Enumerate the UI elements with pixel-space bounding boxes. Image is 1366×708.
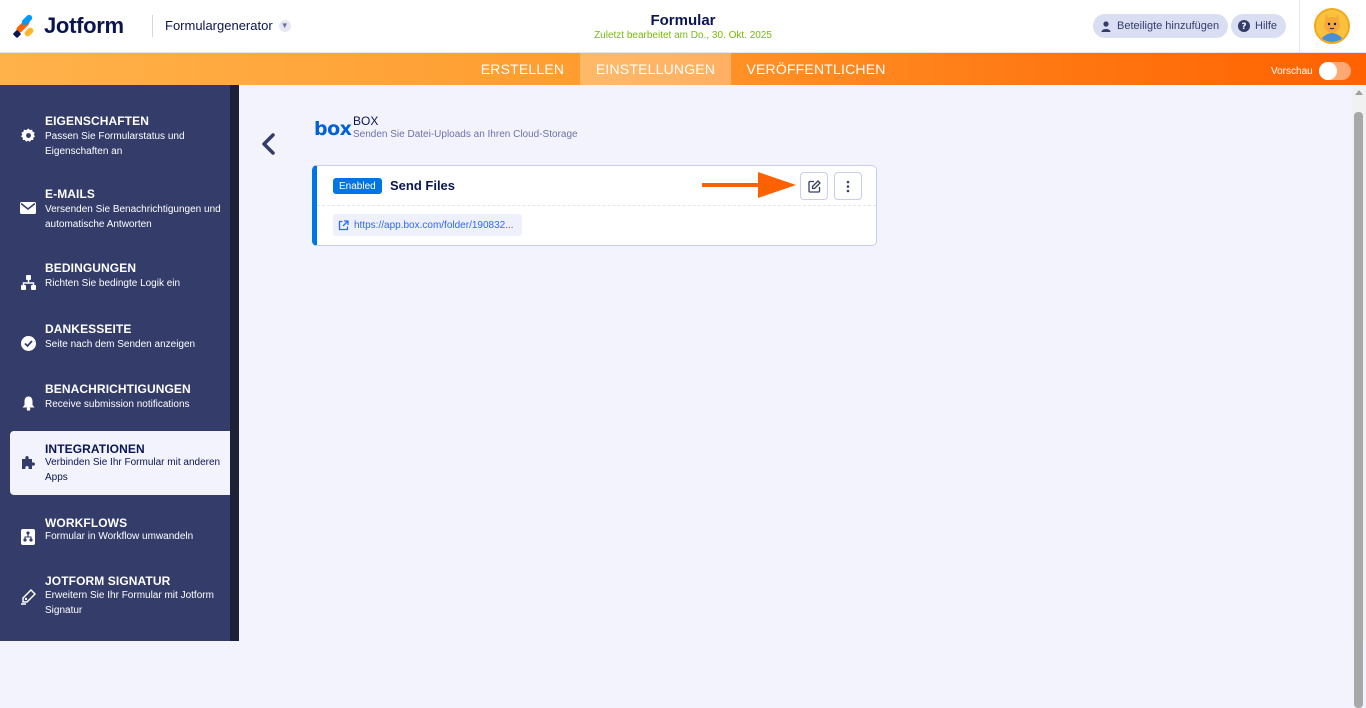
puzzle-icon [20, 455, 36, 471]
sidebar-item-desc: Richten Sie bedingte Logik ein [45, 278, 181, 289]
sidebar-item-title: BENACHRICHTIGUNGEN [45, 382, 191, 396]
chevron-left-icon [262, 133, 275, 155]
jotform-logo-icon [12, 13, 36, 39]
sidebar-item-desc: Verbinden Sie Ihr Formular mit anderen A… [45, 457, 221, 483]
check-circle-icon [20, 335, 36, 351]
status-badge: Enabled [333, 178, 382, 194]
sidebar-scrollbar[interactable] [230, 85, 239, 641]
sidebar-item-eigenschaften[interactable]: EIGENSCHAFTEN Passen Sie Formularstatus … [0, 103, 230, 167]
chevron-down-icon: ▼ [278, 19, 291, 32]
integration-description: Senden Sie Datei-Uploads an Ihren Cloud-… [353, 129, 578, 140]
sidebar-item-title: EIGENSCHAFTEN [45, 114, 149, 128]
sidebar-item-desc: Formular in Workflow umwandeln [45, 531, 194, 542]
bell-icon [20, 395, 36, 411]
tab-einstellungen[interactable]: EINSTELLUNGEN [580, 53, 731, 85]
sidebar-item-desc: Receive submission notifications [45, 399, 190, 410]
sidebar-item-jotform-signatur[interactable]: JOTFORM SIGNATUR Erweitern Sie Ihr Formu… [0, 565, 230, 629]
sidebar-item-title: INTEGRATIONEN [45, 442, 145, 456]
sidebar-item-title: WORKFLOWS [45, 516, 128, 530]
sidebar-item-title: BEDINGUNGEN [45, 261, 137, 275]
folder-link-text: https://app.box.com/folder/190832... [354, 219, 514, 231]
form-title[interactable]: Formular [533, 12, 833, 29]
folder-link[interactable]: https://app.box.com/folder/190832... [333, 214, 522, 236]
workflow-icon [20, 529, 36, 545]
form-title-block: Formular Zuletzt bearbeitet am Do., 30. … [533, 12, 833, 41]
sidebar-item-desc: Versenden Sie Benachrichtigungen und aut… [45, 204, 221, 230]
page-scrollbar[interactable] [1352, 85, 1366, 708]
sidebar-item-workflows[interactable]: WORKFLOWS Formular in Workflow umwandeln [0, 505, 230, 569]
external-link-icon [337, 219, 349, 231]
card-divider [317, 205, 876, 206]
avatar[interactable] [1314, 8, 1350, 44]
jotform-logo[interactable]: Jotform [12, 12, 124, 40]
preview-label: Vorschau [1271, 65, 1313, 77]
add-participants-button[interactable]: Beteiligte hinzufügen [1093, 14, 1229, 38]
sidebar-item-benachrichtigungen[interactable]: BENACHRICHTIGUNGEN Receive submission no… [0, 371, 230, 435]
tab-veroeffentlichen[interactable]: VERÖFFENTLICHEN [731, 53, 901, 85]
sidebar-item-desc: Erweitern Sie Ihr Formular mit Jotform S… [45, 590, 214, 616]
preview-toggle-group: Vorschau [1271, 62, 1351, 80]
edit-button[interactable] [800, 172, 828, 200]
sidebar-item-title: DANKESSEITE [45, 322, 132, 336]
svg-text:?: ? [1241, 22, 1246, 32]
sidebar-item-desc: Seite nach dem Senden anzeigen [45, 339, 196, 350]
header-divider [152, 15, 153, 37]
sidebar-item-title: JOTFORM SIGNATUR [45, 574, 171, 588]
gear-icon [20, 127, 36, 143]
sidebar-item-emails[interactable]: E-MAILS Versenden Sie Benachrichtigungen… [0, 176, 230, 240]
action-name: Send Files [390, 178, 456, 193]
pointer-arrow [701, 170, 796, 200]
main-nav: ERSTELLEN EINSTELLUNGEN VERÖFFENTLICHEN … [0, 53, 1366, 85]
box-logo: box [314, 118, 352, 140]
pen-icon [20, 589, 36, 605]
help-label: Hilfe [1255, 20, 1278, 32]
help-icon: ? [1238, 20, 1250, 32]
hierarchy-icon [20, 274, 36, 290]
last-edited: Zuletzt bearbeitet am Do., 30. Okt. 2025 [594, 30, 772, 41]
preview-toggle[interactable] [1318, 62, 1351, 80]
scroll-up-icon[interactable] [1355, 90, 1363, 95]
top-header: Jotform Formulargenerator ▼ Formular Zul… [0, 0, 1366, 53]
envelope-icon [20, 200, 36, 216]
header-divider-right [1299, 0, 1300, 53]
add-participants-label: Beteiligte hinzufügen [1117, 20, 1220, 32]
sidebar-item-integrationen[interactable]: INTEGRATIONEN Verbinden Sie Ihr Formular… [10, 431, 230, 495]
sidebar-item-bedingungen[interactable]: BEDINGUNGEN Richten Sie bedingte Logik e… [0, 250, 230, 314]
kebab-menu-icon [846, 180, 850, 192]
scrollbar-thumb[interactable] [1354, 112, 1363, 708]
logo-text: Jotform [44, 13, 124, 38]
help-button[interactable]: ? Hilfe [1231, 14, 1287, 38]
more-options-button[interactable] [834, 172, 862, 200]
sidebar-item-desc: Passen Sie Formularstatus und Eigenschaf… [45, 131, 185, 157]
breadcrumb-label: Formulargenerator [165, 18, 273, 33]
back-button[interactable] [258, 132, 280, 156]
user-icon [1100, 20, 1112, 32]
sidebar-item-title: E-MAILS [45, 187, 96, 201]
settings-sidebar: EIGENSCHAFTEN Passen Sie Formularstatus … [0, 85, 239, 641]
tab-erstellen[interactable]: ERSTELLEN [465, 53, 580, 85]
integration-name: BOX [353, 114, 379, 128]
edit-icon [807, 179, 821, 193]
sidebar-item-dankesseite[interactable]: DANKESSEITE Seite nach dem Senden anzeig… [0, 311, 230, 375]
breadcrumb[interactable]: Formulargenerator ▼ [165, 18, 291, 33]
